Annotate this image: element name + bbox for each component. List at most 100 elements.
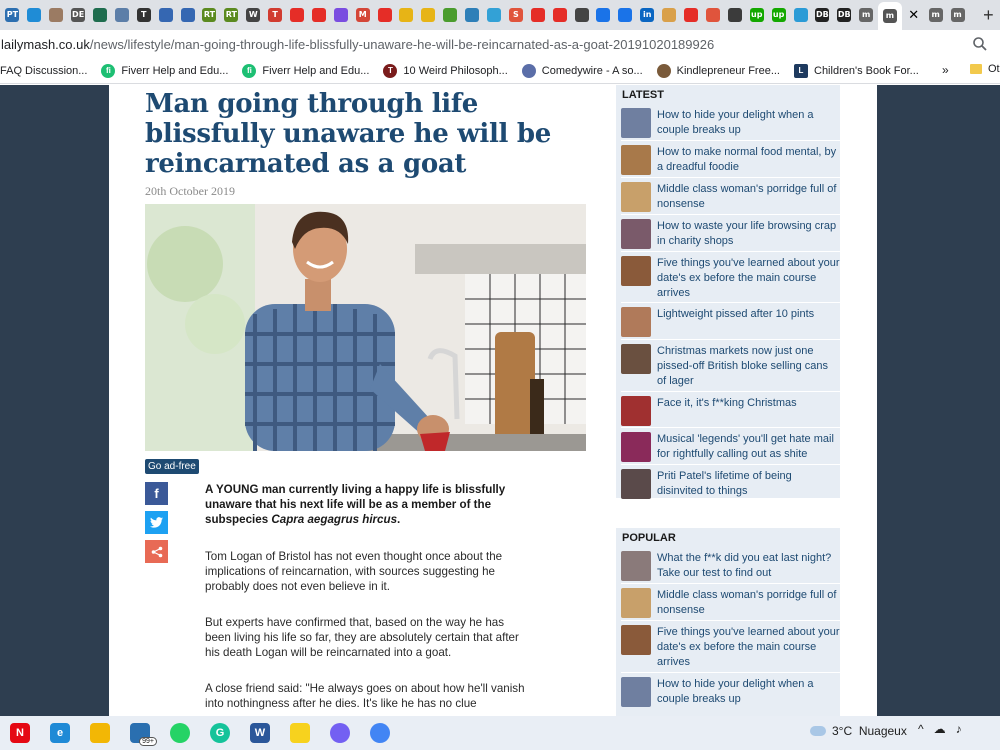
bookmark-item[interactable]: fi Fiverr Help and Edu... bbox=[242, 63, 369, 78]
grammarly-taskbar-button[interactable]: G bbox=[200, 716, 240, 750]
browser-tab[interactable]: DE bbox=[68, 3, 89, 27]
viber-taskbar-button[interactable] bbox=[320, 716, 360, 750]
sidebar-article-link[interactable]: How to hide your delight when a couple b… bbox=[621, 676, 840, 707]
file-explorer-taskbar-button[interactable] bbox=[80, 716, 120, 750]
bookmark-item[interactable]: L Children's Book For... bbox=[794, 63, 919, 78]
sidebar-article-link[interactable]: Five things you've learned about your da… bbox=[621, 624, 840, 670]
browser-tab[interactable] bbox=[549, 3, 570, 27]
browser-tab[interactable] bbox=[155, 3, 176, 27]
browser-tab[interactable] bbox=[484, 3, 505, 27]
browser-tab[interactable]: PT bbox=[2, 3, 23, 27]
chrome-taskbar-button[interactable] bbox=[360, 716, 400, 750]
browser-tab[interactable] bbox=[111, 3, 132, 27]
browser-tab[interactable]: DB bbox=[834, 3, 855, 27]
new-tab-button[interactable]: + bbox=[977, 3, 1000, 27]
browser-tab[interactable] bbox=[287, 3, 308, 27]
tab-favicon-icon bbox=[596, 8, 611, 22]
browser-tab[interactable] bbox=[90, 3, 111, 27]
sidebar-article-link[interactable]: Christmas markets now just one pissed-of… bbox=[621, 343, 840, 389]
browser-tab[interactable] bbox=[177, 3, 198, 27]
grammarly-icon: G bbox=[210, 723, 230, 743]
bookmark-item[interactable]: T 10 Weird Philosoph... bbox=[383, 63, 508, 78]
twitter-share-button[interactable] bbox=[145, 511, 168, 534]
other-bookmarks-folder[interactable]: Ot bbox=[970, 63, 1000, 75]
browser-tab[interactable] bbox=[571, 3, 592, 27]
browser-tab[interactable]: m bbox=[856, 3, 877, 27]
sidebar-article-link[interactable]: Priti Patel's lifetime of being disinvit… bbox=[621, 468, 840, 499]
sticky-notes-taskbar-button[interactable] bbox=[280, 716, 320, 750]
article-thumbnail bbox=[621, 256, 651, 286]
browser-tab[interactable]: M bbox=[352, 3, 373, 27]
browser-tab[interactable]: in bbox=[637, 3, 658, 27]
active-browser-tab[interactable]: m bbox=[877, 2, 903, 30]
browser-tab[interactable]: RT bbox=[221, 3, 242, 27]
article-paragraph: Tom Logan of Bristol has not even though… bbox=[205, 550, 503, 594]
sidebar-article-link[interactable]: Face it, it's f**king Christmas bbox=[621, 395, 840, 426]
sidebar-article-link[interactable]: Middle class woman's porridge full of no… bbox=[621, 181, 840, 212]
sidebar-article-link[interactable]: Middle class woman's porridge full of no… bbox=[621, 587, 840, 618]
bookmark-item[interactable]: Comedywire - A so... bbox=[521, 63, 643, 78]
sidebar-article-link[interactable]: What the f**k did you eat last night? Ta… bbox=[621, 550, 840, 581]
browser-tab[interactable]: RT bbox=[199, 3, 220, 27]
close-tab-icon[interactable]: ✕ bbox=[903, 3, 924, 27]
whatsapp-taskbar-button[interactable] bbox=[160, 716, 200, 750]
browser-tab[interactable] bbox=[659, 3, 680, 27]
sidebar-article-link[interactable]: Five things you've learned about your da… bbox=[621, 255, 840, 301]
browser-tab[interactable]: T bbox=[133, 3, 154, 27]
address-bar[interactable]: lailymash.co.uk/news/lifestyle/man-going… bbox=[0, 30, 1000, 58]
share-button[interactable] bbox=[145, 540, 168, 563]
browser-tab[interactable] bbox=[593, 3, 614, 27]
tray-icon[interactable]: ♪ bbox=[956, 722, 962, 736]
sidebar-article-link[interactable]: How to hide your delight when a couple b… bbox=[621, 107, 840, 138]
browser-tab[interactable] bbox=[418, 3, 439, 27]
sidebar-article-link[interactable]: How to waste your life browsing crap in … bbox=[621, 218, 840, 249]
browser-tab[interactable] bbox=[308, 3, 329, 27]
browser-tab[interactable] bbox=[790, 3, 811, 27]
browser-tab[interactable] bbox=[527, 3, 548, 27]
bookmark-label: FAQ Discussion... bbox=[0, 64, 88, 77]
edge-taskbar-button[interactable]: e bbox=[40, 716, 80, 750]
bookmarks-overflow-button[interactable]: » bbox=[942, 63, 949, 77]
netflix-taskbar-button[interactable]: N bbox=[0, 716, 40, 750]
browser-tab[interactable] bbox=[46, 3, 67, 27]
weather-widget[interactable]: 3°C Nuageux bbox=[810, 724, 907, 738]
tab-favicon-icon: S bbox=[508, 8, 523, 22]
browser-tab[interactable] bbox=[396, 3, 417, 27]
browser-tab[interactable]: S bbox=[505, 3, 526, 27]
browser-tab[interactable] bbox=[330, 3, 351, 27]
browser-tab[interactable]: DB bbox=[812, 3, 833, 27]
bookmark-fiverr-icon: fi bbox=[101, 63, 116, 78]
sidebar-article-link[interactable]: How to make normal food mental, by a dre… bbox=[621, 144, 840, 175]
browser-tab[interactable] bbox=[681, 3, 702, 27]
browser-tab[interactable] bbox=[374, 3, 395, 27]
browser-tab[interactable] bbox=[24, 3, 45, 27]
sidebar-article-link[interactable]: Musical 'legends' you'll get hate mail f… bbox=[621, 431, 840, 462]
browser-tab[interactable]: m bbox=[947, 3, 968, 27]
browser-tab[interactable] bbox=[615, 3, 636, 27]
browser-tab[interactable] bbox=[440, 3, 461, 27]
browser-tab[interactable] bbox=[703, 3, 724, 27]
mail-taskbar-button[interactable]: 99+ bbox=[120, 716, 160, 750]
bookmark-item[interactable]: FAQ Discussion... bbox=[0, 65, 87, 77]
browser-tab[interactable]: up bbox=[746, 3, 767, 27]
browser-tab[interactable]: m bbox=[925, 3, 946, 27]
tab-favicon-icon bbox=[530, 8, 545, 22]
tray-icon[interactable]: ^ bbox=[918, 722, 924, 736]
url-text[interactable]: lailymash.co.uk/news/lifestyle/man-going… bbox=[0, 37, 960, 52]
browser-tab[interactable]: W bbox=[243, 3, 264, 27]
sidebar-article-title: Priti Patel's lifetime of being disinvit… bbox=[657, 470, 792, 497]
word-taskbar-button[interactable]: W bbox=[240, 716, 280, 750]
browser-tab[interactable] bbox=[724, 3, 745, 27]
tab-favicon-icon bbox=[487, 8, 502, 22]
bookmark-item[interactable]: Kindlepreneur Free... bbox=[656, 63, 780, 78]
tray-icon[interactable]: ☁ bbox=[934, 722, 946, 736]
facebook-share-button[interactable]: f bbox=[145, 482, 168, 505]
zoom-icon[interactable] bbox=[972, 36, 988, 52]
bookmark-item[interactable]: fi Fiverr Help and Edu... bbox=[101, 63, 228, 78]
go-ad-free-button[interactable]: Go ad-free bbox=[145, 459, 199, 474]
browser-tab[interactable]: up bbox=[768, 3, 789, 27]
browser-tab[interactable]: T bbox=[265, 3, 286, 27]
kitchen-photo bbox=[145, 204, 586, 451]
sidebar-article-link[interactable]: Lightweight pissed after 10 pints bbox=[621, 306, 840, 337]
browser-tab[interactable] bbox=[462, 3, 483, 27]
